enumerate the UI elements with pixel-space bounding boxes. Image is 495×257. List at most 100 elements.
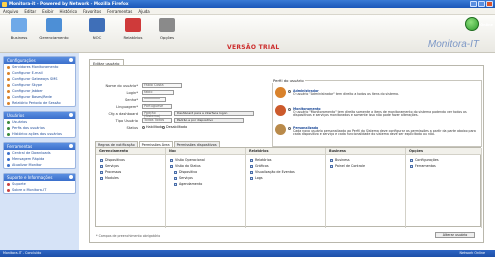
menu-item[interactable]: Exibir xyxy=(42,9,53,14)
sidebar-panel-header[interactable]: Configurações xyxy=(4,57,75,64)
profile-radio[interactable] xyxy=(288,108,291,111)
main-content: Editar usuário Nome do usuário* Fábio Co… xyxy=(83,55,488,247)
collapse-icon[interactable] xyxy=(69,58,73,62)
password-input[interactable]: •••••••• xyxy=(142,97,166,102)
menu-item[interactable]: Editar xyxy=(24,9,36,14)
menu-item[interactable]: Histórico xyxy=(59,9,77,14)
toolbar-button-label: NOC xyxy=(92,35,102,40)
checkbox-icon[interactable] xyxy=(174,176,177,180)
permission-checkbox[interactable]: Logs xyxy=(246,175,325,181)
permission-checkbox[interactable]: Modules xyxy=(96,175,165,181)
permission-checkbox[interactable]: Painel de Controle xyxy=(326,163,405,169)
permission-label: Processos xyxy=(105,170,122,174)
window-title: Monitora-it - Powered by Network - Mozil… xyxy=(9,1,129,6)
edit-user-form: Nome do usuário* Fábio Costa Login* fabi… xyxy=(89,65,484,243)
checkbox-icon[interactable] xyxy=(250,170,253,174)
checkbox-icon[interactable] xyxy=(330,164,333,168)
checkbox-icon[interactable] xyxy=(410,158,413,162)
password-label: Senha* xyxy=(124,98,138,102)
language-select[interactable]: Portuguese xyxy=(142,104,172,109)
profile-option[interactable]: Administrador O usuário "Administrador" t… xyxy=(275,87,481,105)
name-input[interactable]: Fábio Costa xyxy=(142,83,182,88)
language-label: Linguagem* xyxy=(116,105,138,109)
checkbox-icon[interactable] xyxy=(170,158,173,162)
sidebar-item-label: Perfis dos usuários xyxy=(12,126,45,130)
sidebar-item-icon xyxy=(7,95,10,99)
sidebar-panel: Ferramentas Central de Downloads Mensagem … xyxy=(3,142,76,169)
profile-radio[interactable] xyxy=(288,90,291,93)
checkbox-icon[interactable] xyxy=(100,164,103,168)
menu-item[interactable]: Favoritos xyxy=(83,9,101,14)
status-enabled-radio[interactable]: Habilitado xyxy=(142,125,163,129)
dashboard-button[interactable]: Dashboard para a interface logon xyxy=(174,111,254,116)
permission-checkbox[interactable]: Agendamento xyxy=(166,181,245,187)
checkbox-icon[interactable] xyxy=(170,164,173,168)
sidebar-item[interactable]: Relatório Periodo de Sessão xyxy=(4,100,75,106)
collapse-icon[interactable] xyxy=(69,113,73,117)
sidebar-item[interactable]: Sobre o Monitora-IT xyxy=(4,187,75,193)
minimize-button[interactable] xyxy=(470,1,477,7)
checkbox-icon[interactable] xyxy=(174,182,177,186)
sidebar-item-label: Configurar Bases/Rede xyxy=(12,95,52,99)
menu-item[interactable]: Ajuda xyxy=(138,9,149,14)
toolbar-button-label: Business xyxy=(10,35,28,40)
sidebar-panel-header[interactable]: Usuários xyxy=(4,112,75,119)
checkbox-icon[interactable] xyxy=(250,164,253,168)
permission-column: Noc Visão Operacional Visão do Status Dispo… xyxy=(166,148,246,228)
save-user-button[interactable]: Alterar usuário xyxy=(435,232,475,238)
sidebar-panel-header[interactable]: Ferramentas xyxy=(4,143,75,150)
user-type-button[interactable]: Padrão e por dispositivo xyxy=(174,118,244,123)
name-label: Nome do usuário* xyxy=(105,84,138,88)
sidebar-item-icon xyxy=(7,83,10,87)
checkbox-icon[interactable] xyxy=(330,158,333,162)
toolbar-button[interactable]: Gerenciamento xyxy=(37,18,71,40)
status-disabled-radio[interactable]: Desabilitado xyxy=(162,125,187,129)
sidebar-item-label: Suporte xyxy=(12,182,26,186)
user-profile-icon xyxy=(275,87,286,98)
toolbar-button[interactable]: Business xyxy=(2,18,36,40)
profile-option[interactable]: Personalizado Cada novo usuário personali… xyxy=(275,124,481,142)
sidebar-item-icon xyxy=(7,65,10,69)
permission-label: Serviços xyxy=(179,176,193,180)
toolbar-button-label: Relatórios xyxy=(123,35,143,40)
dashboard-select[interactable]: Padrão (Sistema) xyxy=(142,111,172,118)
checkbox-icon[interactable] xyxy=(100,176,103,180)
checkbox-icon[interactable] xyxy=(250,176,253,180)
sidebar-item-label: Atualizar Monitor xyxy=(12,163,42,167)
permission-checkbox[interactable]: Ferramentas xyxy=(406,163,481,169)
online-globe-icon xyxy=(465,17,479,31)
sidebar-panel-header[interactable]: Suporte e Informações xyxy=(4,174,75,181)
profile-radio[interactable] xyxy=(288,127,291,130)
menu-item[interactable]: Arquivo xyxy=(3,9,18,14)
toolbar-button-label: Gerenciamento xyxy=(39,35,69,40)
sidebar-item-label: Central de Downloads xyxy=(12,151,51,155)
collapse-icon[interactable] xyxy=(69,144,73,148)
window-title-bar: Monitora-it - Powered by Network - Mozil… xyxy=(0,0,495,8)
toolbar-button[interactable]: Relatórios xyxy=(116,18,150,40)
profile-option[interactable]: Monitoramento O usuário "Monitoramento" t… xyxy=(275,105,481,123)
toolbar-button[interactable]: Opções xyxy=(150,18,184,40)
sidebar-item[interactable]: Histórico ações dos usuários xyxy=(4,131,75,137)
permission-label: Agendamento xyxy=(179,182,203,186)
menu-item[interactable]: Ferramentas xyxy=(107,9,132,14)
dashboard-label: Cfg a dashboard xyxy=(108,112,138,116)
sidebar-item-icon xyxy=(7,157,10,161)
checkbox-icon[interactable] xyxy=(410,164,413,168)
maximize-button[interactable] xyxy=(478,1,485,7)
sidebar-item-label: Servidores Monitoramento xyxy=(12,65,59,69)
sidebar-item-icon xyxy=(7,71,10,75)
sidebar-item[interactable]: Atualizar Monitor xyxy=(4,162,75,168)
permission-label: Dispositivos xyxy=(105,158,125,162)
user-type-select[interactable]: Todos Todos xyxy=(142,118,172,123)
checkbox-icon[interactable] xyxy=(100,170,103,174)
collapse-icon[interactable] xyxy=(69,175,73,179)
sidebar-panel-title: Configurações xyxy=(7,58,36,63)
checkbox-icon[interactable] xyxy=(250,158,253,162)
checkbox-icon[interactable] xyxy=(100,158,103,162)
profile-title: Perfil do usuário xyxy=(272,78,305,83)
close-button[interactable] xyxy=(486,1,493,7)
checkbox-icon[interactable] xyxy=(174,170,177,174)
toolbar-icon xyxy=(125,18,141,32)
toolbar-button[interactable]: NOC xyxy=(80,18,114,40)
login-input[interactable]: fabio xyxy=(142,90,174,95)
